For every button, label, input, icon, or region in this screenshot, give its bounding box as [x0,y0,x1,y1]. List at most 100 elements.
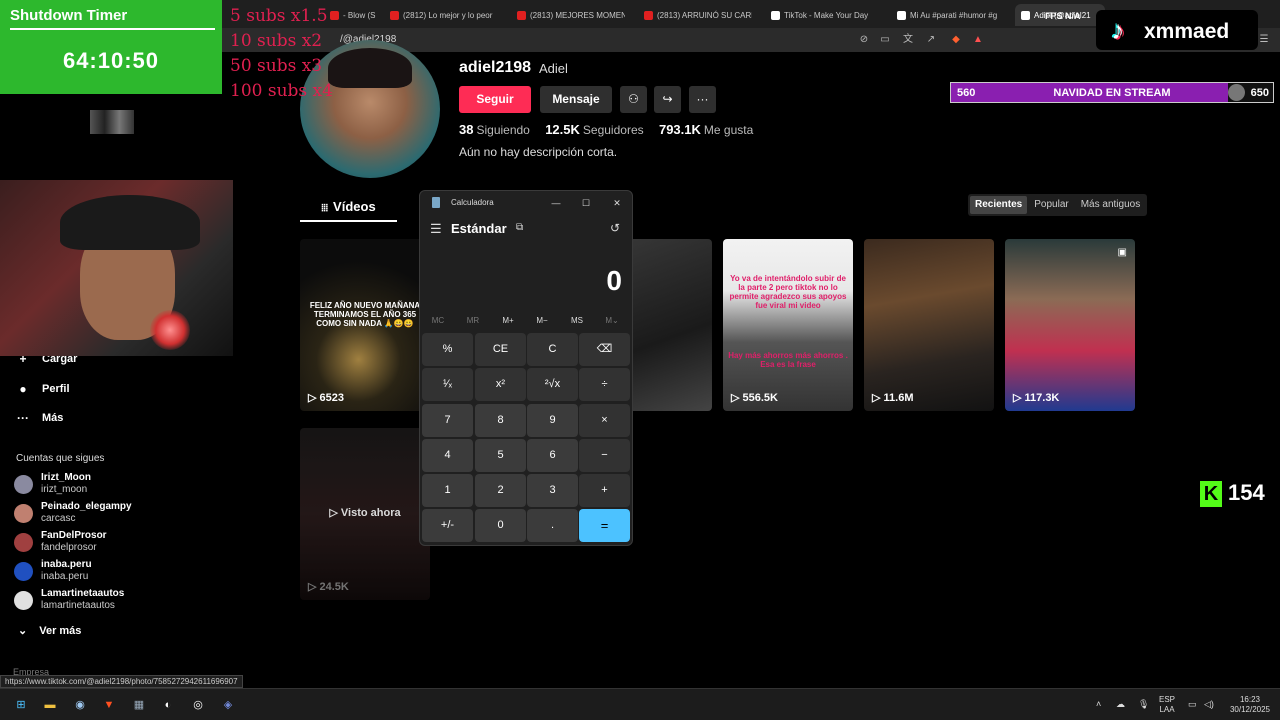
sort-popular[interactable]: Popular [1029,196,1073,214]
memory-recall[interactable]: MR [456,316,490,325]
video-card[interactable]: Yo va de intentándolo subir de la parte … [723,239,853,411]
key-clear[interactable]: C [527,333,578,366]
network-icon[interactable]: ▭ [1188,699,1197,710]
sort-recent[interactable]: Recientes [970,196,1028,214]
sort-oldest[interactable]: Más antiguos [1076,196,1145,214]
translate-icon[interactable]: 文 [902,34,914,46]
key-5[interactable]: 5 [475,439,526,472]
memory-clear[interactable]: MC [421,316,455,325]
brave-shield-icon[interactable]: ◆ [950,34,962,46]
grid-icon: ⦙⦙⦙ [321,203,329,214]
video-card[interactable]: ▷ Visto ahora ▷ 24.5K [300,428,430,600]
video-card[interactable]: ▣ ▷ 117.3K [1005,239,1135,411]
key-6[interactable]: 6 [527,439,578,472]
key-2[interactable]: 2 [475,474,526,507]
browser-tab[interactable]: (2813) ARRUINÓ SU CARR [644,4,752,26]
followed-account[interactable]: Lamartinetaautos lamartinetaautos [14,588,164,616]
avatar [14,504,33,523]
followed-account[interactable]: inaba.peru inaba.peru [14,559,164,587]
key-1[interactable]: 1 [422,474,473,507]
chevron-down-icon: ⌄ [18,625,28,637]
browser-tab[interactable]: Mi Au #parati #humor #g [897,4,1005,26]
memory-store[interactable]: MS [560,316,594,325]
key-percent[interactable]: % [422,333,473,366]
obs-icon[interactable]: ◐ [160,697,176,713]
key-backspace[interactable]: ⌫ [579,333,630,366]
stream-goal-bar: NAVIDAD EN STREAM 560 650 [950,82,1274,103]
followed-account[interactable]: Peinado_elegampy carcasc [14,501,164,529]
key-decimal[interactable]: . [527,509,578,542]
browser-tab[interactable]: - Blow (S [330,4,380,26]
discord-icon[interactable]: ◈ [220,697,236,713]
file-explorer-icon[interactable]: ▬ [42,697,58,713]
profile-username: adiel2198 [459,59,532,76]
key-add[interactable]: + [579,474,630,507]
screenshot-icon[interactable]: ▭ [879,34,891,46]
windows-start-icon[interactable]: ⊞ [13,697,29,713]
menu-icon[interactable]: ☰ [1258,34,1270,46]
following-count[interactable]: 38 [459,122,473,137]
sort-toggle: Recientes Popular Más antiguos [968,194,1148,216]
browser-tab[interactable]: (2813) MEJORES MOMENT [517,4,625,26]
follow-button[interactable]: Seguir [459,86,531,113]
more-options-icon[interactable]: ··· [689,86,716,113]
calculator-taskbar-icon[interactable]: ▦ [131,697,147,713]
key-reciprocal[interactable]: ¹⁄ₓ [422,368,473,401]
cloud-icon[interactable]: ☁ [1116,699,1125,710]
key-negate[interactable]: +/- [422,509,473,542]
close-icon[interactable]: ✕ [603,194,631,212]
key-3[interactable]: 3 [527,474,578,507]
key-subtract[interactable]: − [579,439,630,472]
volume-icon[interactable]: ◁) [1204,699,1214,710]
key-square[interactable]: x² [475,368,526,401]
share-icon[interactable]: ↗ [925,34,937,46]
followed-account[interactable]: Irizt_Moon irizt_moon [14,472,164,500]
timer-title: Shutdown Timer [10,7,128,24]
key-0[interactable]: 0 [475,509,526,542]
message-button[interactable]: Mensaje [540,86,612,113]
fps-readout: FPS N/A [1045,11,1081,21]
maximize-icon[interactable]: ☐ [572,194,600,212]
key-multiply[interactable]: × [579,404,630,437]
memory-add[interactable]: M+ [491,316,525,325]
channel-name: xmmaed [1144,20,1230,43]
key-sqrt[interactable]: ²√x [527,368,578,401]
hamburger-menu-icon[interactable]: ☰ [430,221,442,237]
chevron-up-icon[interactable]: ˄ [1096,699,1101,709]
app-icon[interactable]: ◎ [190,697,206,713]
key-divide[interactable]: ÷ [579,368,630,401]
input-language[interactable]: ESP LAA [1159,695,1175,715]
kick-viewer-count: K 154 [1200,480,1265,508]
keep-on-top-icon[interactable]: ⧉ [516,222,523,233]
key-equals[interactable]: = [579,509,630,542]
key-clear-entry[interactable]: CE [475,333,526,366]
key-7[interactable]: 7 [422,404,473,437]
tab-videos[interactable]: ⦙⦙⦙ Vídeos [300,192,397,222]
channel-badge: ♪ xmmaed [1096,10,1258,50]
followed-account[interactable]: FanDelProsor fandelprosor [14,530,164,558]
add-friend-icon[interactable]: ⚇ [620,86,647,113]
brave-browser-icon[interactable]: ▼ [101,697,117,713]
brave-rewards-icon[interactable]: ▲ [972,34,984,46]
share-icon[interactable]: ↪ [654,86,681,113]
key-4[interactable]: 4 [422,439,473,472]
microphone-icon[interactable]: 🎙 [1138,699,1149,710]
video-card[interactable]: FELIZ AÑO NUEVO MAÑANA TERMINAMOS EL AÑO… [300,239,430,411]
see-more-button[interactable]: ⌄ Ver más [18,624,81,637]
key-9[interactable]: 9 [527,404,578,437]
minimize-icon[interactable]: — [542,194,570,212]
browser-tab[interactable]: TikTok - Make Your Day [771,4,881,26]
key-8[interactable]: 8 [475,404,526,437]
profile-stats: 38 Siguiendo 12.5K Seguidores 793.1K Me gus… [459,122,754,137]
memory-list[interactable]: M⌄ [595,316,629,325]
system-clock[interactable]: 16:23 30/12/2025 [1222,695,1278,715]
history-icon[interactable]: ↺ [610,221,620,235]
sidebar-item-profile[interactable]: ● Perfil [16,382,69,396]
video-card[interactable]: ▷ 11.6M [864,239,994,411]
sidebar-item-more[interactable]: ··· Más [16,411,63,425]
browser-tab[interactable]: (2812) Lo mejor y lo peor [390,4,498,26]
no-tracking-icon[interactable]: ⊘ [858,34,870,46]
memory-subtract[interactable]: M− [525,316,559,325]
followers-count[interactable]: 12.5K [545,122,580,137]
steam-icon[interactable]: ◉ [72,697,88,713]
